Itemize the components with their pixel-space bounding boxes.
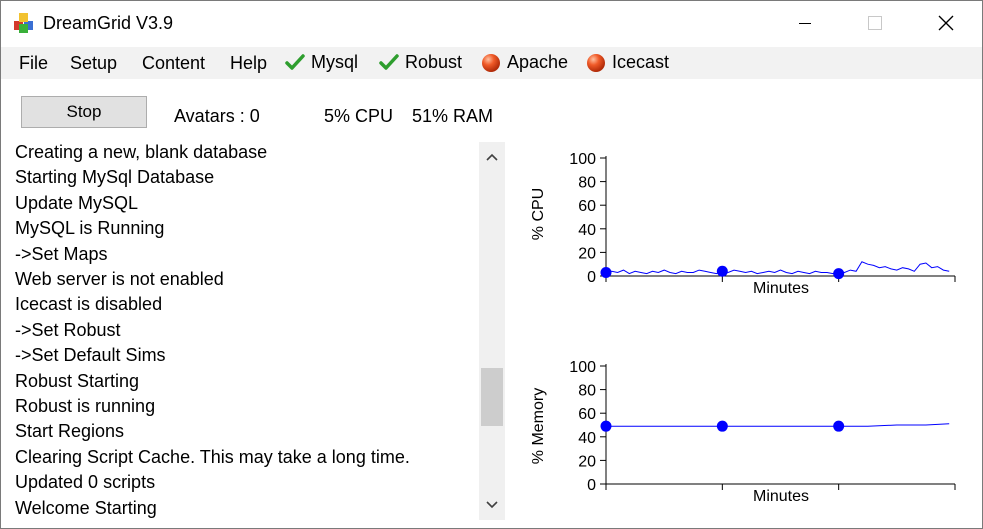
app-window: DreamGrid V3.9 File Setup Content Help M… [0,0,983,529]
log-line: Update MySQL [15,192,139,213]
service-mysql[interactable]: Mysql [285,52,358,73]
menu-help[interactable]: Help [230,53,267,74]
memory-data-point [716,420,728,432]
cpu-usage: 5% CPU [324,106,394,126]
minimize-button[interactable] [782,1,828,45]
cpu-y-tick-label: 20 [578,245,596,262]
close-button[interactable] [923,1,969,45]
menu-content[interactable]: Content [142,53,205,74]
service-apache-label: Apache [507,52,569,72]
memory-y-tick-label: 20 [578,453,596,470]
memory-y-tick-label: 60 [578,406,596,423]
memory-data-point [600,420,612,432]
maximize-button[interactable] [852,1,898,45]
memory-y-tick-label: 0 [587,477,596,494]
cpu-y-tick-label: 80 [578,175,596,192]
cpu-y-tick-label: 60 [578,198,596,215]
log-line: Icecast is disabled [15,294,163,315]
close-icon [938,15,954,31]
service-mysql-label: Mysql [311,52,359,72]
red-ball-icon [587,53,605,72]
log-scrollbar[interactable] [479,142,505,520]
memory-y-tick-label: 100 [569,359,596,376]
log-line: Welcome Starting [15,497,157,518]
memory-series-line [606,423,950,427]
green-check-icon [379,53,399,70]
memory-axis-title: % Memory [530,388,547,464]
minimize-icon [799,23,811,24]
cpu-y-tick-label: 40 [578,222,596,239]
memory-data-point [833,420,845,432]
log-line: Updated 0 scripts [15,472,156,493]
menu-setup[interactable]: Setup [70,53,117,74]
log-line: Creating a new, blank database [15,142,268,162]
cpu-series-line [605,261,950,275]
cpu-axis-title: % CPU [530,188,547,240]
log-line: Robust is running [15,396,156,416]
stop-button[interactable]: Stop [21,96,147,128]
log-line: Robust Starting [15,370,140,391]
window-title: DreamGrid V3.9 [43,13,174,33]
cpu-x-axis-title: Minutes [753,280,809,297]
dreamgrid-app-icon [14,13,33,33]
cpu-chart: % CPU Minutes 100 80 60 40 20 0 [530,151,956,297]
log-line: MySQL is Running [15,218,165,239]
service-icecast-label: Icecast [612,52,670,72]
scroll-up-button[interactable] [479,142,505,172]
cpu-data-point [833,268,845,280]
log-line: Web server is not enabled [15,269,224,289]
scroll-thumb[interactable] [481,368,503,426]
title-bar: DreamGrid V3.9 [1,1,982,45]
cpu-y-tick-label: 100 [569,151,596,168]
red-ball-icon [482,53,500,72]
log-line: ->Set Robust [15,319,121,340]
scroll-down-button[interactable] [479,490,505,520]
memory-y-tick-label: 40 [578,430,596,447]
log-line: Clearing Script Cache. This may take a l… [15,446,410,467]
memory-y-tick-label: 80 [578,383,596,400]
cpu-y-tick-label: 0 [587,269,596,286]
chevron-up-icon [486,153,498,161]
log-line: Start Regions [15,421,125,442]
cpu-data-point [600,266,612,278]
service-icecast[interactable]: Icecast [586,52,669,73]
service-robust-label: Robust [405,52,463,72]
chevron-down-icon [486,501,498,509]
ram-usage: 51% RAM [412,106,494,126]
log-line: Starting MySql Database [15,167,215,188]
memory-chart: % Memory Minutes 100 80 60 40 20 0 [530,359,956,505]
menu-file[interactable]: File [19,53,48,74]
log-line: ->Set Maps [15,243,108,264]
service-robust[interactable]: Robust [379,52,462,73]
avatars-count: Avatars : 0 [174,106,260,126]
log-list[interactable]: Creating a new, blank database Starting … [9,142,505,520]
menu-bar: File Setup Content Help Mysql Robust Apa… [1,47,982,79]
memory-x-axis-title: Minutes [753,488,809,505]
maximize-icon [868,16,882,30]
log-line: ->Set Default Sims [15,345,166,366]
service-apache[interactable]: Apache [481,52,568,73]
cpu-data-point [716,265,728,277]
green-check-icon [285,53,305,70]
